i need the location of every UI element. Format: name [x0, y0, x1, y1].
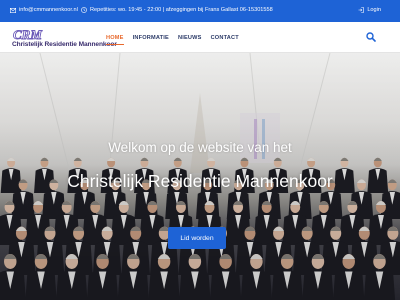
logo-mark: CRM	[12, 27, 44, 41]
email-text[interactable]: info@cmmannenkoor.nl	[19, 7, 78, 13]
hero-title: Christelijk Residentie Mannenkoor	[67, 171, 333, 191]
join-button[interactable]: Lid worden	[168, 227, 226, 249]
nav-item-home[interactable]: HOME	[106, 35, 124, 45]
site-logo[interactable]: CRM Christelijk Residentie Mannenkoor	[12, 27, 117, 49]
nav-item-nieuws[interactable]: NIEUWS	[178, 35, 202, 41]
login-link[interactable]: Login	[358, 7, 381, 13]
nav-item-informatie[interactable]: INFORMATIE	[133, 35, 169, 41]
hero-section: Welkom op de website van het Christelijk…	[0, 53, 400, 300]
nav-item-contact[interactable]: CONTACT	[211, 35, 239, 41]
login-icon	[358, 7, 365, 13]
email-link[interactable]: info@cmmannenkoor.nl	[10, 7, 78, 13]
nav-menu: HOME INFORMATIE NIEUWS CONTACT	[106, 22, 239, 53]
clock-icon	[81, 7, 87, 13]
main-navbar: CRM Christelijk Residentie Mannenkoor HO…	[0, 22, 400, 53]
logo-text: Christelijk Residentie Mannenkoor	[12, 41, 117, 48]
search-icon[interactable]	[366, 32, 376, 42]
top-bar: info@cmmannenkoor.nl Repetities: wo. 19:…	[0, 0, 400, 22]
rehearsal-info: Repetities: wo. 19:45 - 22:00 | afzeggin…	[81, 7, 273, 13]
logo-mark-text: CRM	[13, 27, 42, 41]
hero-subtitle: Welkom op de website van het	[108, 140, 292, 155]
envelope-icon	[10, 7, 16, 13]
login-text[interactable]: Login	[367, 7, 381, 13]
rehearsal-text: Repetities: wo. 19:45 - 22:00 | afzeggin…	[90, 7, 273, 13]
